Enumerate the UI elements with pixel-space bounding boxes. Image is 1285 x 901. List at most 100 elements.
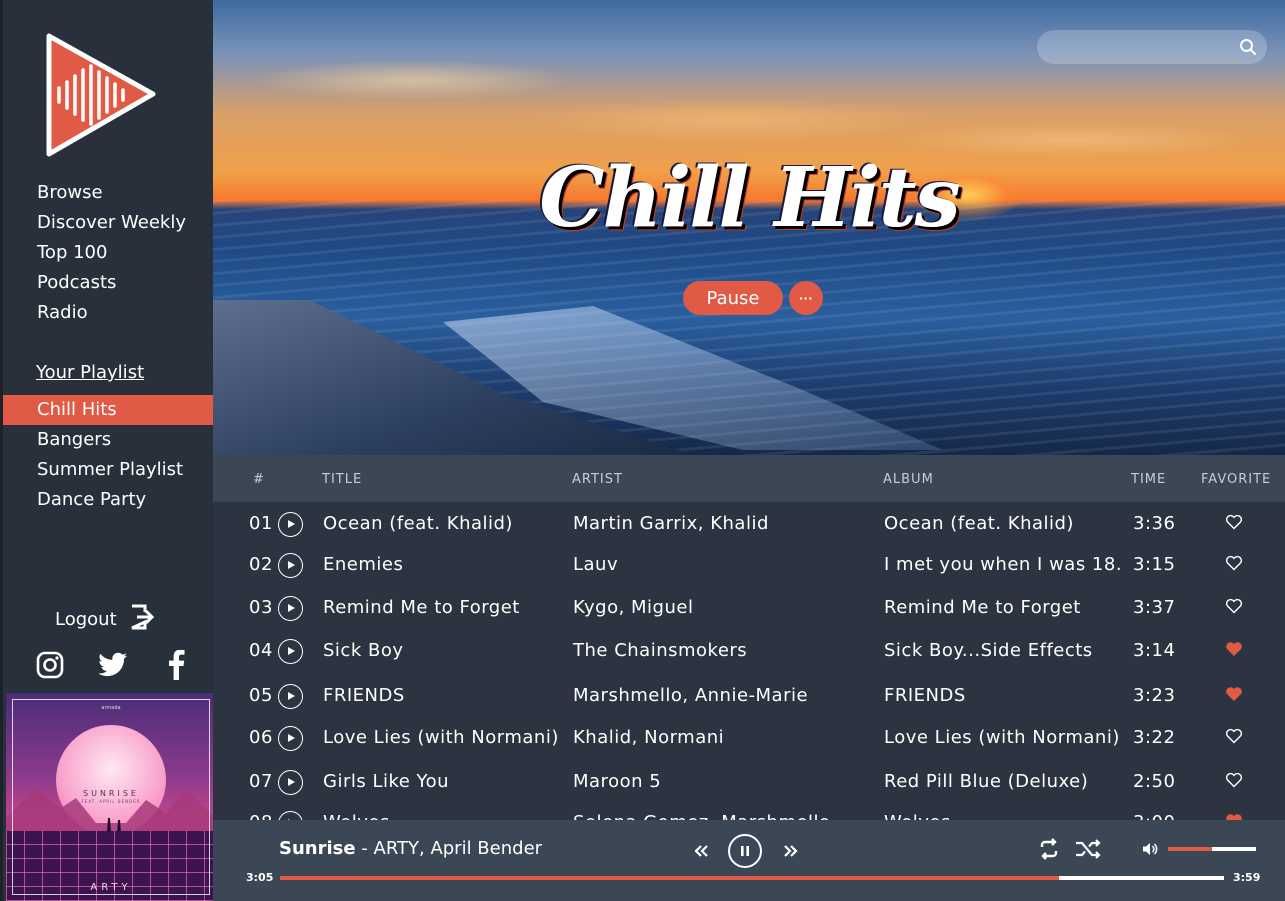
play-track-icon[interactable] bbox=[278, 639, 303, 664]
track-artist[interactable]: The Chainsmokers bbox=[573, 640, 747, 661]
track-artist[interactable]: Martin Garrix, Khalid bbox=[573, 513, 769, 534]
playlist-heading[interactable]: Your Playlist bbox=[36, 362, 144, 383]
sidebar: Browse Discover Weekly Top 100 Podcasts … bbox=[0, 0, 216, 901]
pause-button[interactable]: Pause bbox=[683, 281, 783, 315]
table-row[interactable]: 03 Remind Me to Forget Kygo, Miguel Remind … bbox=[213, 588, 1285, 628]
repeat-icon[interactable] bbox=[1036, 836, 1062, 862]
nav-item-podcasts[interactable]: Podcasts bbox=[37, 268, 186, 298]
heart-outline-icon[interactable] bbox=[1225, 728, 1245, 748]
playlist-hero: Chill Hits Pause ··· bbox=[213, 0, 1285, 455]
heart-outline-icon[interactable] bbox=[1225, 772, 1245, 792]
progress-bar[interactable] bbox=[280, 876, 1224, 880]
column-header-artist[interactable]: ARTIST bbox=[572, 472, 623, 487]
track-artist[interactable]: Kygo, Miguel bbox=[573, 597, 693, 618]
heart-outline-icon[interactable] bbox=[1225, 514, 1245, 534]
column-header-favorite[interactable]: FAVORITE bbox=[1201, 472, 1271, 487]
shuffle-icon[interactable] bbox=[1073, 836, 1103, 862]
heart-filled-icon[interactable] bbox=[1225, 686, 1245, 706]
track-time: 3:15 bbox=[1133, 554, 1176, 575]
track-album[interactable]: Sick Boy...Side Effects bbox=[884, 640, 1093, 661]
track-time: 3:23 bbox=[1133, 685, 1176, 706]
track-album[interactable]: Remind Me to Forget bbox=[884, 597, 1081, 618]
track-time: 2:50 bbox=[1133, 771, 1176, 792]
play-track-icon[interactable] bbox=[278, 512, 303, 537]
twitter-icon[interactable] bbox=[96, 648, 130, 682]
nav-item-top-100[interactable]: Top 100 bbox=[37, 238, 186, 268]
table-row[interactable]: 01 Ocean (feat. Khalid) Martin Garrix, Kha… bbox=[213, 504, 1285, 544]
track-album[interactable]: Red Pill Blue (Deluxe) bbox=[884, 771, 1088, 792]
now-playing-artist: - ARTY, April Bender bbox=[355, 838, 543, 859]
playlist-item-dance-party[interactable]: Dance Party bbox=[3, 485, 216, 515]
track-artist[interactable]: Marshmello, Annie-Marie bbox=[573, 685, 808, 706]
total-time: 3:59 bbox=[1233, 871, 1261, 884]
now-playing-album-art[interactable]: armada SUNRISE FEAT. APRIL BENDER ARTY bbox=[6, 693, 216, 901]
track-title: Girls Like You bbox=[323, 771, 450, 792]
play-track-icon[interactable] bbox=[278, 811, 303, 820]
table-row[interactable]: 08 Wolves Selena Gomez, Marshmello Wolves 3:… bbox=[213, 803, 1285, 820]
heart-outline-icon[interactable] bbox=[1225, 555, 1245, 575]
search-bar[interactable] bbox=[1037, 30, 1267, 64]
now-playing-info: Sunrise - ARTY, April Bender bbox=[279, 838, 542, 859]
nav-item-discover-weekly[interactable]: Discover Weekly bbox=[37, 208, 186, 238]
logout-button[interactable]: Logout bbox=[55, 603, 155, 636]
track-artist[interactable]: Lauv bbox=[573, 554, 618, 575]
track-number: 07 bbox=[249, 771, 273, 792]
social-links bbox=[33, 648, 193, 682]
facebook-icon[interactable] bbox=[159, 648, 193, 682]
track-artist[interactable]: Selena Gomez, Marshmello bbox=[573, 812, 831, 820]
main-nav: Browse Discover Weekly Top 100 Podcasts … bbox=[37, 178, 186, 328]
track-title: Remind Me to Forget bbox=[323, 597, 520, 618]
table-row[interactable]: 04 Sick Boy The Chainsmokers Sick Boy...Sid… bbox=[213, 631, 1285, 671]
column-header-album[interactable]: ALBUM bbox=[883, 472, 934, 487]
volume-slider[interactable] bbox=[1168, 847, 1256, 851]
table-row[interactable]: 07 Girls Like You Maroon 5 Red Pill Blue (D… bbox=[213, 762, 1285, 802]
search-icon[interactable] bbox=[1239, 38, 1257, 56]
pause-icon[interactable] bbox=[728, 834, 762, 868]
search-input[interactable] bbox=[1037, 30, 1267, 64]
track-table: # TITLE ARTIST ALBUM TIME FAVORITE 01 Oce… bbox=[213, 455, 1285, 820]
track-artist[interactable]: Khalid, Normani bbox=[573, 727, 724, 748]
track-album[interactable]: Ocean (feat. Khalid) bbox=[884, 513, 1074, 534]
table-row[interactable]: 02 Enemies Lauv I met you when I was 18. 3:1… bbox=[213, 545, 1285, 585]
track-title: Love Lies (with Normani) bbox=[323, 727, 559, 748]
nav-item-radio[interactable]: Radio bbox=[37, 298, 186, 328]
track-album[interactable]: Wolves bbox=[884, 812, 951, 820]
track-number: 02 bbox=[249, 554, 273, 575]
music-app: Browse Discover Weekly Top 100 Podcasts … bbox=[0, 0, 1285, 901]
playlist-item-chill-hits[interactable]: Chill Hits bbox=[3, 395, 216, 425]
table-row[interactable]: 06 Love Lies (with Normani) Khalid, Norman… bbox=[213, 718, 1285, 758]
logout-label: Logout bbox=[55, 609, 117, 630]
table-row[interactable]: 05 FRIENDS Marshmello, Annie-Marie FRIENDS 3… bbox=[213, 676, 1285, 716]
previous-icon[interactable] bbox=[691, 840, 711, 862]
play-track-icon[interactable] bbox=[278, 553, 303, 578]
player-bar: Sunrise - ARTY, April Bender 3:05 3:59 bbox=[213, 820, 1285, 901]
playlist-item-summer-playlist[interactable]: Summer Playlist bbox=[3, 455, 216, 485]
track-album[interactable]: Love Lies (with Normani) bbox=[884, 727, 1120, 748]
next-icon[interactable] bbox=[781, 840, 801, 862]
play-track-icon[interactable] bbox=[278, 596, 303, 621]
track-album[interactable]: FRIENDS bbox=[884, 685, 966, 706]
playlist-item-bangers[interactable]: Bangers bbox=[3, 425, 216, 455]
heart-filled-icon[interactable] bbox=[1225, 813, 1245, 820]
heart-outline-icon[interactable] bbox=[1225, 598, 1245, 618]
nav-item-browse[interactable]: Browse bbox=[37, 178, 186, 208]
heart-filled-icon[interactable] bbox=[1225, 641, 1245, 661]
play-track-icon[interactable] bbox=[278, 770, 303, 795]
instagram-icon[interactable] bbox=[33, 648, 67, 682]
play-track-icon[interactable] bbox=[278, 726, 303, 751]
track-album[interactable]: I met you when I was 18. bbox=[884, 554, 1122, 575]
column-header-title[interactable]: TITLE bbox=[322, 472, 362, 487]
column-header-time[interactable]: TIME bbox=[1131, 472, 1166, 487]
track-title: Sick Boy bbox=[323, 640, 404, 661]
more-options-button[interactable]: ··· bbox=[789, 281, 823, 315]
track-number: 03 bbox=[249, 597, 273, 618]
track-number: 08 bbox=[249, 812, 273, 820]
hero-actions: Pause ··· bbox=[683, 281, 823, 315]
track-number: 06 bbox=[249, 727, 273, 748]
play-track-icon[interactable] bbox=[278, 684, 303, 709]
app-logo-icon[interactable] bbox=[41, 30, 163, 160]
track-time: 3:36 bbox=[1133, 513, 1176, 534]
track-artist[interactable]: Maroon 5 bbox=[573, 771, 661, 792]
track-number: 04 bbox=[249, 640, 273, 661]
volume-icon[interactable] bbox=[1141, 840, 1159, 858]
